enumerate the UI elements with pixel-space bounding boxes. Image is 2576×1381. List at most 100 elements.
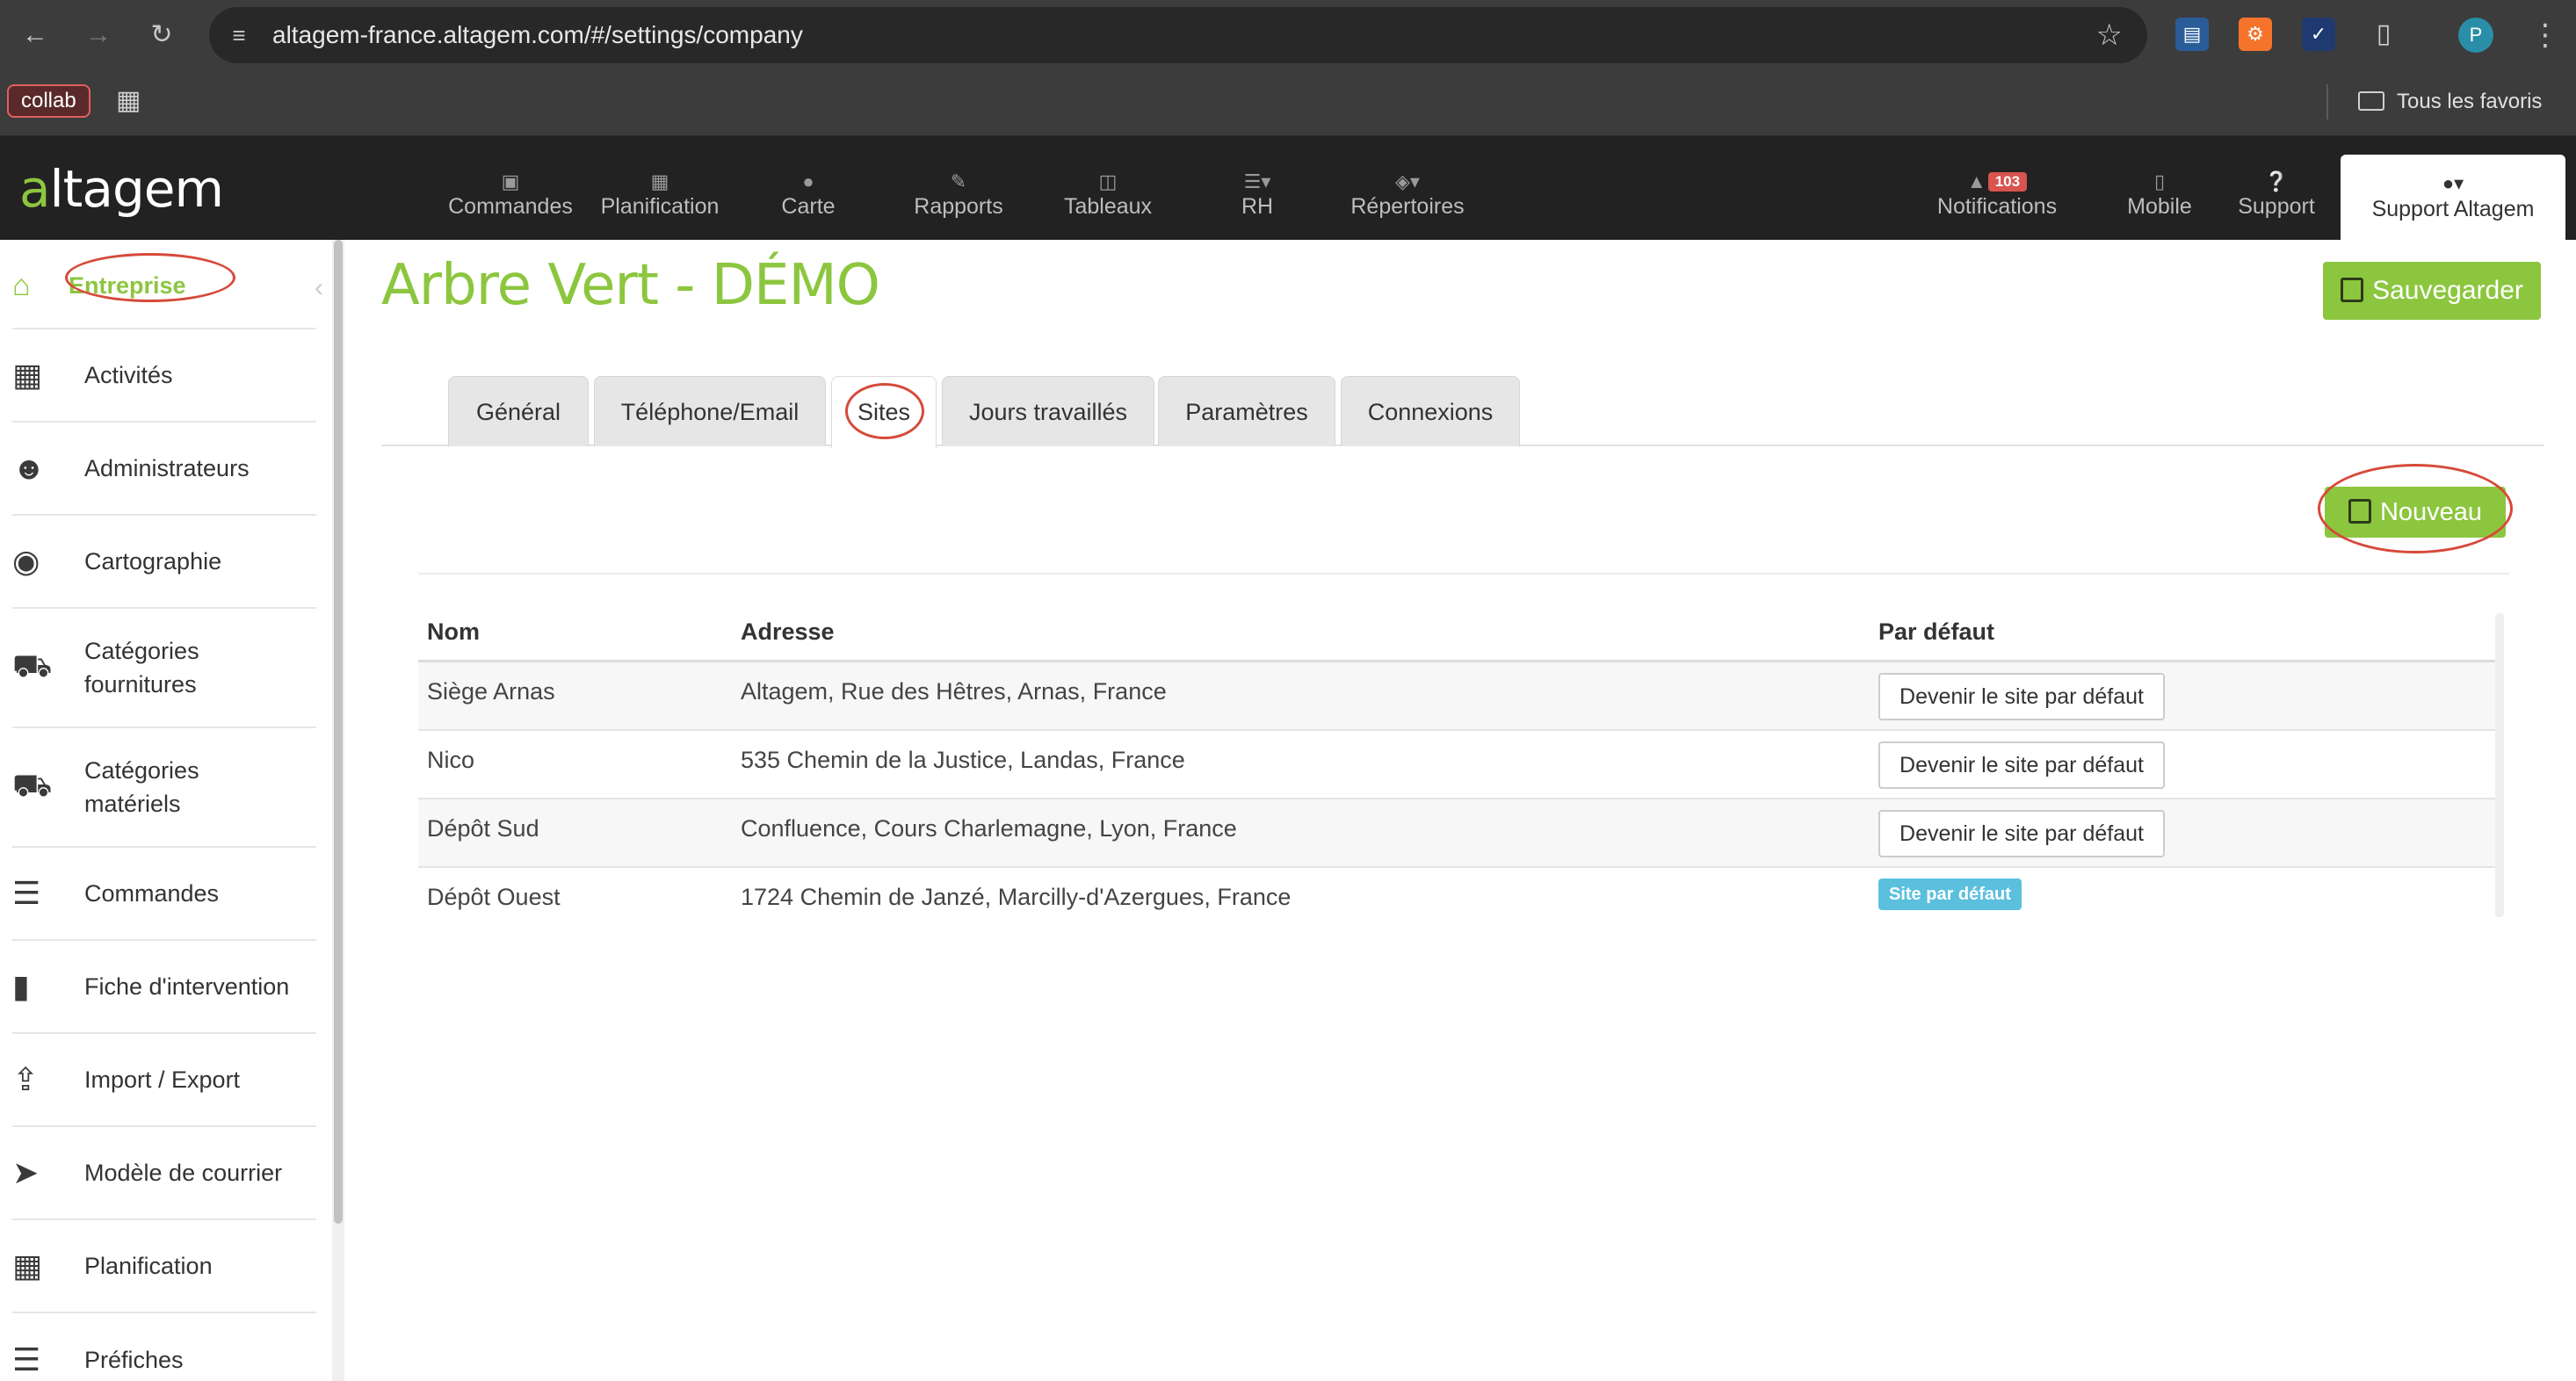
site-address: Altagem, Rue des Hêtres, Arnas, France [741, 678, 1167, 705]
list-icon: ☰▾ [1243, 170, 1271, 192]
browser-menu-icon[interactable]: ⋮ [2530, 16, 2560, 54]
sidebar-scrollbar[interactable] [332, 240, 344, 1381]
set-default-site-button[interactable]: Devenir le site par défaut [1878, 810, 2165, 857]
default-site-badge: Site par défaut [1878, 878, 2022, 910]
sidebar-item-categories-materiels[interactable]: ⛟ Catégories matériels [12, 728, 316, 848]
nav-rapports[interactable]: ✎ Rapports [910, 170, 1007, 220]
sidebar-scrollbar-thumb[interactable] [334, 240, 343, 1224]
extension-icon-1[interactable]: ▤ [2175, 18, 2209, 51]
extensions-puzzle-icon[interactable]: ▯ [2367, 18, 2400, 51]
nav-planification-label: Planification [600, 194, 720, 219]
tab-parametres[interactable]: Paramètres [1158, 376, 1335, 446]
reload-icon[interactable]: ↻ [142, 16, 181, 54]
site-name: Dépôt Ouest [427, 884, 561, 910]
hubspot-icon[interactable]: ⚙ [2239, 18, 2272, 51]
sidebar-item-label: Catégories fournitures [84, 638, 199, 698]
mobile-icon: ▯ [2153, 170, 2166, 192]
edit-icon [2348, 499, 2371, 524]
new-site-button[interactable]: Nouveau [2325, 487, 2506, 538]
apps-grid-icon[interactable]: ▦ [116, 86, 146, 116]
nav-repertoires[interactable]: ◈▾ Répertoires [1346, 170, 1469, 220]
column-header-par-defaut[interactable]: Par défaut [1878, 618, 1994, 646]
nav-carte[interactable]: ● Carte [764, 170, 852, 220]
table-row[interactable]: Dépôt Sud Confluence, Cours Charlemagne,… [418, 799, 2495, 868]
home-icon: ⌂ [12, 268, 31, 302]
upload-icon: ⇪ [12, 1061, 40, 1097]
set-default-site-button[interactable]: Devenir le site par défaut [1878, 673, 2165, 720]
bookmark-star-icon[interactable]: ☆ [2096, 19, 2123, 51]
save-button[interactable]: Sauvegarder [2323, 262, 2541, 320]
sidebar-item-import-export[interactable]: ⇪ Import / Export [12, 1034, 316, 1127]
table-row[interactable]: Nico 535 Chemin de la Justice, Landas, F… [418, 731, 2495, 799]
back-icon[interactable]: ← [16, 16, 54, 54]
sidebar-item-prefiches[interactable]: ☰ Préfiches [12, 1313, 316, 1381]
sidebar-item-label: Fiche d'intervention [84, 973, 290, 1000]
site-name: Siège Arnas [427, 678, 555, 705]
table-scrollbar[interactable] [2495, 613, 2504, 917]
tab-general[interactable]: Général [448, 376, 589, 446]
nav-carte-label: Carte [781, 194, 836, 219]
site-address: 1724 Chemin de Janzé, Marcilly-d'Azergue… [741, 884, 1292, 910]
cube-icon: ◈▾ [1395, 170, 1420, 192]
nav-planification[interactable]: ▦ Planification [596, 170, 724, 220]
sidebar-item-administrateurs[interactable]: ☻ Administrateurs [12, 423, 316, 516]
nav-commandes[interactable]: ▣ Commandes [448, 170, 573, 220]
address-bar[interactable]: ≡ altagem-france.altagem.com/#/settings/… [209, 7, 2147, 63]
tab-telephone-email[interactable]: Téléphone/Email [594, 376, 826, 446]
tab-sites[interactable]: Sites [831, 376, 937, 448]
nav-rh-label: RH [1241, 194, 1274, 219]
content-divider [418, 573, 2509, 575]
truck-icon: ⛟ [12, 766, 53, 803]
nav-notifications-label: Notifications [1936, 194, 2058, 219]
table-row[interactable]: Dépôt Ouest 1724 Chemin de Janzé, Marcil… [418, 868, 2495, 936]
sidebar-item-planification[interactable]: ▦ Planification [12, 1220, 316, 1313]
collab-bookmark[interactable]: collab [7, 84, 90, 118]
nav-support[interactable]: ❔ Support [2232, 170, 2321, 220]
url-text[interactable]: altagem-france.altagem.com/#/settings/co… [272, 7, 803, 63]
user-menu-label: Support Altagem [2371, 197, 2535, 221]
column-header-nom[interactable]: Nom [427, 618, 480, 646]
map-marker-icon: ◉ [12, 543, 40, 579]
new-site-button-label: Nouveau [2379, 498, 2483, 526]
sidebar-item-activites[interactable]: ▦ Activités [12, 329, 316, 423]
sidebar-item-entreprise[interactable]: ⌂ Entreprise [12, 243, 316, 329]
sidebar-item-commandes[interactable]: ☰ Commandes [12, 848, 316, 941]
profile-avatar[interactable]: P [2458, 18, 2493, 53]
sidebar-item-cartographie[interactable]: ◉ Cartographie [12, 516, 316, 609]
nav-rh[interactable]: ☰▾ RH [1226, 170, 1288, 220]
page-title: Arbre Vert - DÉMO [381, 253, 880, 318]
all-favorites[interactable]: Tous les favoris [2358, 84, 2542, 119]
nav-notifications[interactable]: ▲ 103 Notifications [1928, 170, 2066, 220]
sidebar-collapse-icon[interactable]: ‹ [315, 271, 332, 306]
sidebar-item-modele-courrier[interactable]: ➤ Modèle de courrier [12, 1127, 316, 1220]
forward-icon[interactable]: → [79, 16, 118, 54]
server-icon: ☰ [12, 1341, 41, 1377]
nav-mobile[interactable]: ▯ Mobile [2119, 170, 2200, 220]
user-menu[interactable]: ●▾ Support Altagem [2341, 155, 2565, 240]
file-icon: ▮ [12, 968, 30, 1004]
sidebar-item-label: Modèle de courrier [84, 1160, 283, 1186]
site-address: Confluence, Cours Charlemagne, Lyon, Fra… [741, 815, 1237, 842]
floppy-disk-icon [2341, 278, 2364, 302]
browser-toolbar: ← → ↻ ≡ altagem-france.altagem.com/#/set… [0, 0, 2576, 70]
sidebar-item-label: Activités [84, 362, 173, 388]
checkmark-extension-icon[interactable]: ✓ [2302, 18, 2335, 51]
sidebar-item-categories-fournitures[interactable]: ⛟ Catégories fournitures [12, 609, 316, 728]
altagem-logo[interactable]: altagem [19, 159, 224, 219]
sidebar-item-label: Administrateurs [84, 455, 250, 481]
column-header-adresse[interactable]: Adresse [741, 618, 835, 646]
sidebar-item-label: Import / Export [84, 1066, 241, 1093]
nav-tableaux[interactable]: ◫ Tableaux [1060, 170, 1156, 220]
map-marker-icon: ● [802, 170, 814, 192]
tab-jours-travailles[interactable]: Jours travaillés [942, 376, 1154, 446]
settings-sidebar: ⌂ Entreprise ▦ Activités ☻ Administrateu… [0, 240, 344, 1381]
tab-connexions[interactable]: Connexions [1341, 376, 1520, 446]
nav-repertoires-label: Répertoires [1350, 194, 1465, 219]
table-row[interactable]: Siège Arnas Altagem, Rue des Hêtres, Arn… [418, 662, 2495, 731]
nav-support-label: Support [2238, 194, 2315, 219]
site-settings-icon[interactable]: ≡ [225, 21, 253, 49]
sidebar-item-label: Cartographie [84, 548, 222, 575]
set-default-site-button[interactable]: Devenir le site par défaut [1878, 741, 2165, 789]
sidebar-item-fiche-intervention[interactable]: ▮ Fiche d'intervention [12, 941, 316, 1034]
user-icon: ●▾ [2442, 172, 2464, 194]
